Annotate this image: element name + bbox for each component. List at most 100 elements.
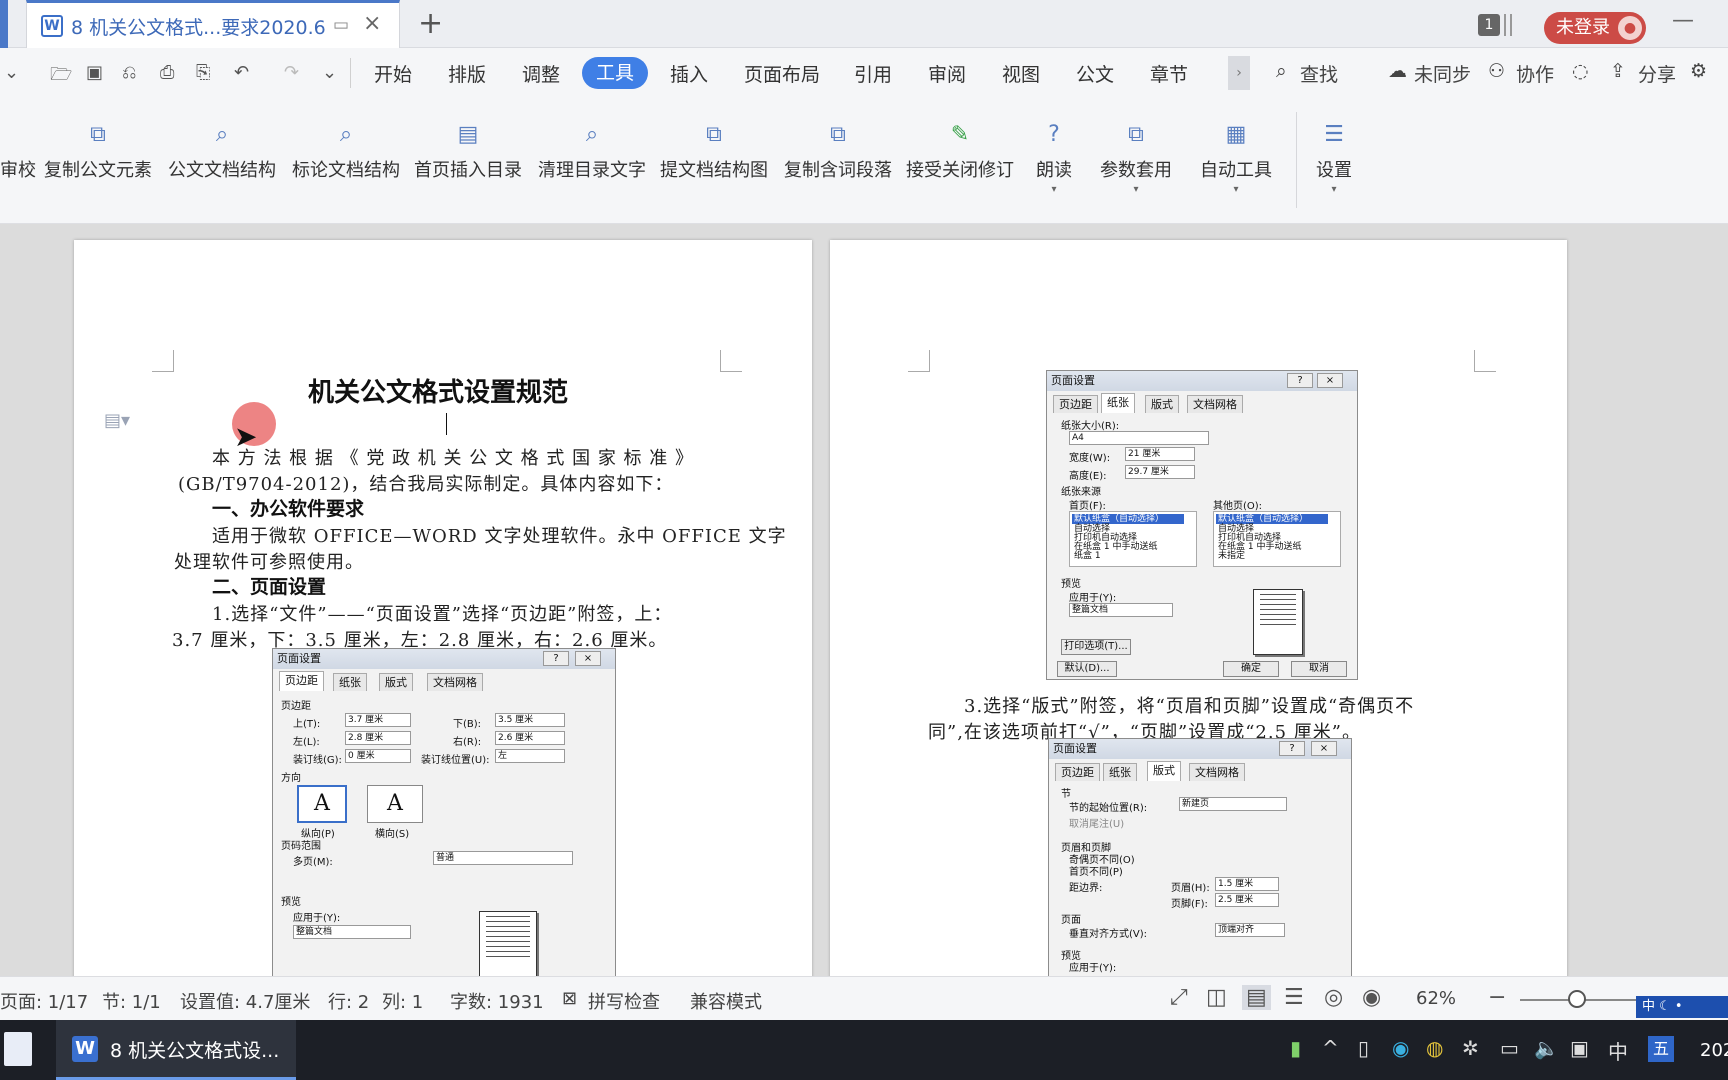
customize-icon[interactable]: ⌄ bbox=[322, 62, 337, 83]
status-page[interactable]: 页面: 1/17 bbox=[0, 988, 88, 1014]
ribbon-clean-toc-button[interactable]: ⌕ 清理目录文字 bbox=[538, 122, 646, 182]
menu-start[interactable]: 开始 bbox=[374, 60, 412, 87]
share-label[interactable]: 分享 bbox=[1638, 60, 1676, 87]
ime-toolbar[interactable]: 中 ☾ • bbox=[1636, 996, 1728, 1018]
ribbon-proofread-button[interactable]: 审校 bbox=[0, 122, 36, 182]
usb-icon[interactable]: ▭ bbox=[1500, 1036, 1519, 1060]
zoom-level[interactable]: 62% bbox=[1416, 988, 1456, 1009]
paragraph-menu-icon[interactable]: ▤▾ bbox=[104, 410, 130, 431]
menu-review[interactable]: 审阅 bbox=[928, 60, 966, 87]
collab-icon[interactable]: ⚇ bbox=[1488, 60, 1505, 82]
ribbon-copy-elements-button[interactable]: ⧉ 复制公文元素 bbox=[44, 122, 152, 182]
display-icon[interactable]: ▣ bbox=[1570, 1036, 1589, 1060]
document-page-2[interactable]: 页面设置 ? × 页边距 纸张 版式 文档网格 纸张大小(R): A4 宽度(W… bbox=[830, 240, 1567, 980]
ribbon-insert-toc-button[interactable]: ▤ 首页插入目录 bbox=[414, 122, 522, 182]
search-icon[interactable]: ⌕ bbox=[1276, 60, 1287, 82]
document-title[interactable]: 机关公文格式设置规范 bbox=[308, 372, 568, 409]
minimize-button[interactable]: — bbox=[1672, 8, 1694, 33]
settings-tray-icon[interactable]: ✲ bbox=[1462, 1036, 1479, 1060]
para-layout-line1[interactable]: 3.选择“版式”附签，将“页眉和页脚”设置成“奇偶页不 bbox=[964, 692, 1414, 718]
status-col[interactable]: 列: 1 bbox=[382, 988, 423, 1014]
menu-tools[interactable]: 工具 bbox=[582, 57, 648, 89]
page-view-icon[interactable]: ▤ bbox=[1242, 985, 1271, 1010]
field-label: 下(B): bbox=[453, 719, 482, 730]
help-icon: ? bbox=[543, 651, 569, 666]
collab-label[interactable]: 协作 bbox=[1516, 60, 1554, 87]
chevron-down-icon[interactable]: ⌄ bbox=[4, 62, 19, 83]
margin-mark bbox=[720, 350, 742, 372]
ribbon-settings-button[interactable]: ☰ 设置 ▾ bbox=[1316, 122, 1352, 195]
zoom-out-icon[interactable]: − bbox=[1488, 985, 1506, 1010]
status-word-count[interactable]: 字数: 1931 bbox=[450, 988, 544, 1014]
menu-layout[interactable]: 排版 bbox=[448, 60, 486, 87]
ribbon-accept-revisions-button[interactable]: ✎ 接受关闭修订 bbox=[906, 122, 1014, 182]
status-section[interactable]: 节: 1/1 bbox=[102, 988, 161, 1014]
battery-icon[interactable]: ▮ bbox=[1290, 1036, 1301, 1060]
menu-view[interactable]: 视图 bbox=[1002, 60, 1040, 87]
ribbon-auto-tools-button[interactable]: ▦ 自动工具 ▾ bbox=[1200, 122, 1272, 195]
ime-indicator[interactable]: 中 bbox=[1608, 1036, 1628, 1065]
more-menu-button[interactable]: › bbox=[1228, 56, 1250, 90]
gear-icon[interactable]: ⚙ bbox=[1690, 60, 1707, 82]
menu-official-doc[interactable]: 公文 bbox=[1076, 60, 1114, 87]
para1-line1[interactable]: 本 方 法 根 据 《 党 政 机 关 公 文 格 式 国 家 标 准 》 bbox=[212, 444, 694, 470]
chrome-icon[interactable]: ◍ bbox=[1426, 1036, 1443, 1060]
menu-page-layout[interactable]: 页面布局 bbox=[744, 60, 820, 87]
cloud-icon[interactable]: ☁ bbox=[1388, 60, 1407, 82]
menu-references[interactable]: 引用 bbox=[854, 60, 892, 87]
microphone-icon[interactable]: ▯ bbox=[1358, 1036, 1369, 1060]
monitor-icon[interactable]: ▭ bbox=[333, 15, 349, 35]
window-list-icon[interactable] bbox=[1504, 14, 1512, 36]
document-tab[interactable]: W 8 机关公文格式...要求2020.6 ▭ × bbox=[26, 0, 400, 48]
outline-view-icon[interactable]: ☰ bbox=[1284, 985, 1304, 1010]
web-view-icon[interactable]: ◎ bbox=[1324, 985, 1343, 1010]
para2-line2[interactable]: 处理软件可参照使用。 bbox=[174, 548, 364, 574]
taskbar-app-wps[interactable]: W 8 机关公文格式设... bbox=[56, 1020, 296, 1080]
eye-protect-icon[interactable]: ◉ bbox=[1362, 985, 1381, 1010]
para3-line1[interactable]: 1.选择“文件”——“页面设置”选择“页边距”附签，上： bbox=[212, 600, 672, 626]
redo-icon[interactable]: ↷ bbox=[284, 62, 299, 83]
zoom-slider-thumb[interactable] bbox=[1568, 990, 1586, 1008]
chevron-up-icon[interactable]: ^ bbox=[1322, 1036, 1339, 1060]
ribbon-extract-map-button[interactable]: ⧉ 提文档结构图 bbox=[660, 122, 768, 182]
ribbon-thesis-structure-button[interactable]: ⌕ 标论文档结构 bbox=[292, 122, 400, 182]
fullscreen-icon[interactable]: ⤢ bbox=[1170, 985, 1188, 1010]
volume-icon[interactable]: 🔈 bbox=[1534, 1036, 1559, 1060]
window-count-badge[interactable]: 1 bbox=[1478, 14, 1500, 36]
ribbon-copy-paragraphs-button[interactable]: ⧉ 复制含词段落 bbox=[784, 122, 892, 182]
save-icon[interactable]: ▣ bbox=[86, 62, 103, 83]
print-icon[interactable]: ⎙ bbox=[160, 62, 174, 83]
ribbon-doc-structure-button[interactable]: ⌕ 公文文档结构 bbox=[168, 122, 276, 182]
format-painter-icon[interactable]: ⎌ bbox=[122, 62, 136, 83]
ribbon-read-aloud-button[interactable]: ? 朗读 ▾ bbox=[1036, 122, 1072, 195]
login-button[interactable]: 未登录 ● bbox=[1544, 12, 1646, 44]
para2-line1[interactable]: 适用于微软 OFFICE—WORD 文字处理软件。永中 OFFICE 文字 bbox=[212, 522, 787, 548]
taskbar: W 8 机关公文格式设... ▮ ^ ▯ ◉ ◍ ✲ ▭ 🔈 ▣ 中 五 202 bbox=[0, 1020, 1728, 1080]
new-tab-button[interactable]: + bbox=[418, 6, 443, 41]
heading-page-setup[interactable]: 二、页面设置 bbox=[212, 572, 326, 599]
print-preview-icon[interactable]: ⎘ bbox=[196, 62, 210, 83]
open-folder-icon[interactable]: 🗁 bbox=[50, 62, 72, 92]
para1-line2[interactable]: (GB/T9704-2012)，结合我局实际制定。具体内容如下： bbox=[178, 470, 673, 496]
wubi-ime-indicator[interactable]: 五 bbox=[1648, 1036, 1674, 1062]
document-page-1[interactable]: ▤▾ 机关公文格式设置规范 本 方 法 根 据 《 党 政 机 关 公 文 格 … bbox=[74, 240, 812, 980]
heading-software[interactable]: 一、办公软件要求 bbox=[212, 494, 364, 521]
menu-chapter[interactable]: 章节 bbox=[1150, 60, 1188, 87]
sync-label[interactable]: 未同步 bbox=[1414, 60, 1471, 87]
close-tab-icon[interactable]: × bbox=[363, 11, 381, 36]
file-explorer-icon[interactable] bbox=[4, 1032, 32, 1066]
share-icon[interactable]: ⇪ bbox=[1610, 60, 1626, 82]
menu-insert[interactable]: 插入 bbox=[670, 60, 708, 87]
status-row[interactable]: 行: 2 bbox=[328, 988, 369, 1014]
status-setting[interactable]: 设置值: 4.7厘米 bbox=[180, 988, 310, 1014]
search-label[interactable]: 查找 bbox=[1300, 60, 1338, 87]
clock[interactable]: 202 bbox=[1700, 1040, 1728, 1061]
ribbon-param-apply-button[interactable]: ⧉ 参数套用 ▾ bbox=[1100, 122, 1172, 195]
comment-icon[interactable]: ◌ bbox=[1572, 60, 1589, 82]
read-mode-icon[interactable]: ◫ bbox=[1206, 985, 1227, 1010]
spellcheck-icon[interactable]: ⊠ bbox=[562, 988, 577, 1009]
undo-icon[interactable]: ↶ bbox=[234, 62, 249, 83]
status-spellcheck[interactable]: 拼写检查 bbox=[588, 988, 660, 1014]
menu-adjust[interactable]: 调整 bbox=[522, 60, 560, 87]
network-app-icon[interactable]: ◉ bbox=[1392, 1036, 1409, 1060]
